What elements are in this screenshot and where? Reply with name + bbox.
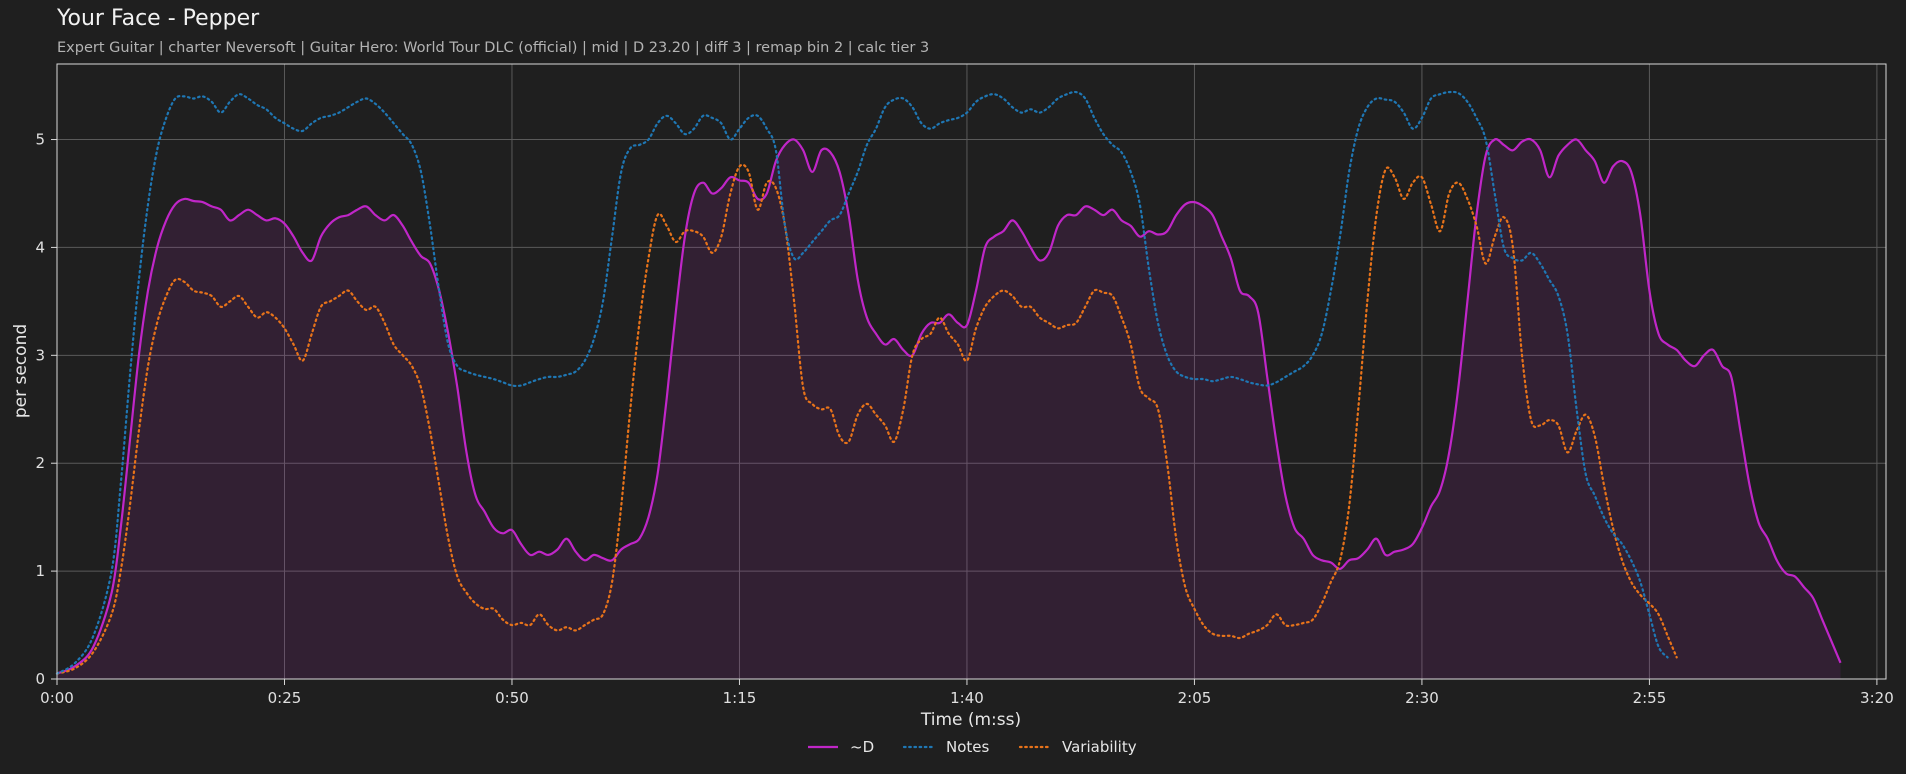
y-axis-ticks: 0 1 2 3 4 5 — [35, 131, 57, 688]
y-tick-label: 1 — [35, 562, 45, 580]
x-tick-label: 2:55 — [1633, 689, 1667, 707]
x-tick-label: 0:25 — [268, 689, 302, 707]
y-tick-label: 5 — [35, 131, 45, 149]
legend-label: Notes — [946, 738, 990, 756]
y-tick-label: 3 — [35, 346, 45, 364]
y-axis-label: per second — [11, 324, 31, 418]
x-tick-label: 2:05 — [1178, 689, 1212, 707]
x-tick-label: 2:30 — [1405, 689, 1439, 707]
legend-label: Variability — [1062, 738, 1137, 756]
legend: ~D Notes Variability — [808, 738, 1137, 756]
x-axis-label: Time (m:ss) — [920, 710, 1021, 730]
y-tick-label: 4 — [35, 238, 45, 256]
x-axis-ticks: 0:00 0:25 0:50 1:15 1:40 2:05 2:30 2:55 3:20 — [40, 679, 1894, 707]
x-tick-label: 3:20 — [1860, 689, 1894, 707]
x-tick-label: 0:50 — [495, 689, 529, 707]
legend-label: ~D — [850, 738, 874, 756]
x-tick-label: 1:40 — [950, 689, 984, 707]
y-tick-label: 0 — [35, 670, 45, 688]
x-tick-label: 1:15 — [723, 689, 757, 707]
chart-plot: 0:00 0:25 0:50 1:15 1:40 2:05 2:30 2:55 3:20 0 1 2… — [11, 63, 1894, 756]
y-tick-label: 2 — [35, 454, 45, 472]
x-tick-label: 0:00 — [40, 689, 74, 707]
